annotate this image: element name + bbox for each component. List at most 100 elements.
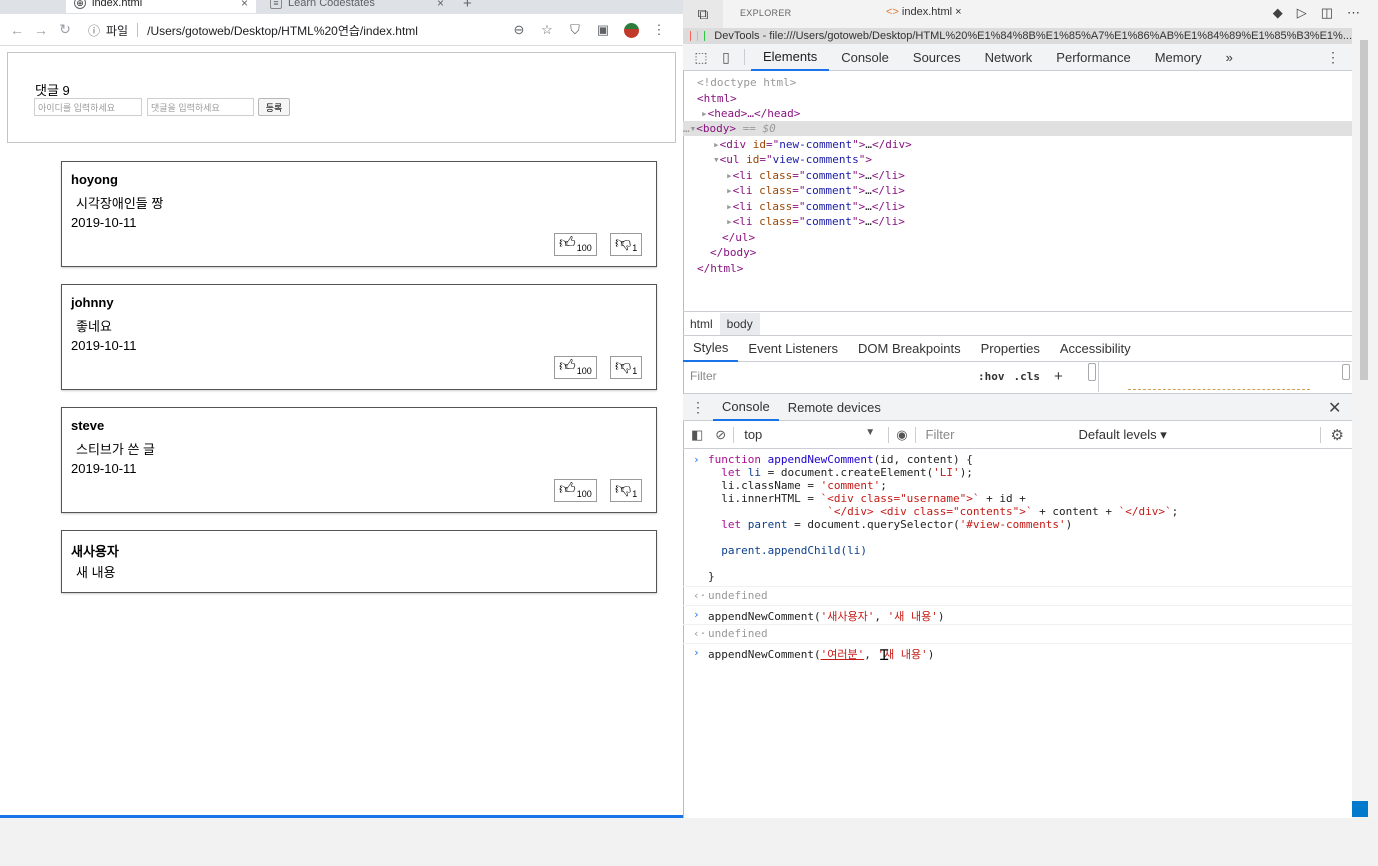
crumb-body[interactable]: body <box>719 312 760 335</box>
dom-node-body[interactable]: …▾<body> == $0 <box>683 122 776 135</box>
dom-node-ul-close[interactable]: </ul> <box>722 231 755 244</box>
dom-node-li[interactable]: ▸<li class="comment">…</li> <box>726 200 905 213</box>
close-tab-icon[interactable]: × <box>437 0 444 10</box>
tab-console[interactable]: Console <box>829 44 901 71</box>
console-prompt-input[interactable]: appendNewComment('여러분', '새 내용') <box>708 646 934 662</box>
dom-node-head[interactable]: ▸<head>…</head> <box>701 107 800 120</box>
more-tabs-button[interactable]: » <box>1214 44 1245 71</box>
dom-node-html-close[interactable]: </html> <box>697 262 743 275</box>
info-icon[interactable]: ⓘ <box>88 22 100 39</box>
crumb-html[interactable]: html <box>683 317 720 331</box>
like-button[interactable]: 👍︎ 100 <box>554 479 597 502</box>
boxmodel-scrollbar[interactable] <box>1342 364 1350 380</box>
console-filter-input[interactable]: Filter <box>923 427 1073 442</box>
cls-button[interactable]: .cls <box>1014 370 1041 383</box>
split-editor-icon[interactable]: ◫ <box>1321 5 1333 21</box>
console-input-line: `</div> <div class="contents">` + conten… <box>827 505 1179 518</box>
dislike-button[interactable]: 👎︎ 1 <box>610 356 643 379</box>
close-editor-icon[interactable]: × <box>955 6 961 18</box>
dislike-button[interactable]: 👎︎ 1 <box>610 233 643 256</box>
console-result: undefined <box>708 627 768 640</box>
tab-index-html[interactable]: ⊕ index.html × <box>66 0 256 13</box>
sidebar-toggle-icon[interactable]: ◧ <box>691 427 703 443</box>
styles-scrollbar[interactable] <box>1088 363 1096 381</box>
new-style-rule-button[interactable]: + <box>1054 368 1063 385</box>
tab-elements[interactable]: Elements <box>751 44 830 71</box>
comment-card: hoyong 시각장애인들 짱 2019-10-11 👍︎ 100 👎︎ 1 <box>61 161 657 267</box>
globe-icon: ⊕ <box>74 0 86 9</box>
dom-node-li[interactable]: ▸<li class="comment">…</li> <box>726 169 905 182</box>
tab-sources[interactable]: Sources <box>901 44 973 71</box>
collapse-icon[interactable]: ▾ <box>713 153 720 166</box>
id-input[interactable]: 아이디를 입력하세요 <box>34 98 142 116</box>
devtools-menu-icon[interactable]: ⋮ <box>1326 49 1340 66</box>
drawer-menu-icon[interactable]: ⋮ <box>683 399 713 416</box>
comment-input[interactable]: 댓글을 입력하세요 <box>147 98 254 116</box>
eye-icon[interactable]: ◉ <box>896 427 907 443</box>
ellipsis-icon[interactable]: …▾ <box>683 122 696 135</box>
tab-performance[interactable]: Performance <box>1044 44 1142 71</box>
comment-username: hoyong <box>71 172 118 187</box>
styles-filter-input[interactable]: Filter <box>683 369 973 383</box>
dom-node-body-close[interactable]: </body> <box>710 246 756 259</box>
console-input-line: appendNewComment('새사용자', '새 내용') <box>708 610 945 623</box>
comment-date: 2019-10-11 <box>71 215 137 230</box>
console-input-line: } <box>708 570 715 583</box>
git-icon[interactable]: ◆ <box>1273 5 1283 21</box>
run-icon[interactable]: ▷ <box>1297 5 1307 21</box>
submit-button[interactable]: 등록 <box>258 98 290 116</box>
dom-node-html[interactable]: <html> <box>697 92 737 105</box>
thumbs-down-icon: 👎︎ <box>615 481 632 498</box>
thumbs-up-icon: 👍︎ <box>559 481 576 498</box>
kebab-menu-icon[interactable]: ⋮ <box>645 22 673 38</box>
divider <box>683 624 1352 625</box>
tab-network[interactable]: Network <box>973 44 1045 71</box>
divider <box>733 426 735 443</box>
device-toolbar-icon[interactable]: ▯ <box>714 49 738 66</box>
clear-console-icon[interactable]: ⊘ <box>715 427 726 443</box>
reload-icon[interactable]: ↻ <box>53 21 77 38</box>
like-button[interactable]: 👍︎ 100 <box>554 356 597 379</box>
toolbar-actions: ⊖ ☆ ⛉ ▣ ⋮ <box>505 19 673 41</box>
hov-button[interactable]: :hov <box>978 370 1005 383</box>
tab-learn-codestates[interactable]: ≡ Learn Codestates × <box>262 0 452 13</box>
zoom-icon[interactable]: ⊖ <box>505 22 533 38</box>
scheme-label: 파일 <box>106 23 129 38</box>
pocket-icon[interactable]: ⛉ <box>561 22 589 38</box>
avatar[interactable] <box>617 22 645 39</box>
tab-memory[interactable]: Memory <box>1143 44 1214 71</box>
tab-event-listeners[interactable]: Event Listeners <box>738 336 848 362</box>
dom-node-li[interactable]: ▸<li class="comment">…</li> <box>726 184 905 197</box>
tab-console-drawer[interactable]: Console <box>713 393 779 421</box>
expand-icon[interactable]: ▸ <box>701 107 708 120</box>
close-tab-icon[interactable]: × <box>241 0 248 10</box>
more-icon[interactable]: ⋯ <box>1347 5 1360 21</box>
new-tab-button[interactable]: + <box>463 0 472 12</box>
tab-properties[interactable]: Properties <box>971 336 1050 362</box>
back-icon[interactable]: ← <box>5 22 29 38</box>
dom-node-li[interactable]: ▸<li class="comment">…</li> <box>726 215 905 228</box>
dislike-button[interactable]: 👎︎ 1 <box>610 479 643 502</box>
dom-node-doctype[interactable]: <!doctype html> <box>697 76 796 89</box>
log-levels-select[interactable]: Default levels ▾ <box>1079 427 1167 443</box>
tab-remote-devices[interactable]: Remote devices <box>779 393 890 421</box>
editor-tab-index-html[interactable]: <> index.html × <box>886 6 962 18</box>
tab-dom-breakpoints[interactable]: DOM Breakpoints <box>848 336 971 362</box>
gear-icon[interactable]: ⚙ <box>1331 426 1344 444</box>
like-button[interactable]: 👍︎ 100 <box>554 233 597 256</box>
cast-icon[interactable]: ▣ <box>589 22 617 38</box>
expand-icon[interactable]: ▸ <box>713 138 720 151</box>
dom-node-ul[interactable]: ▾<ul id="view-comments"> <box>713 153 872 166</box>
thumbs-down-icon: 👎︎ <box>615 358 632 375</box>
star-icon[interactable]: ☆ <box>533 22 561 38</box>
forward-icon[interactable]: → <box>29 22 53 38</box>
tab-styles[interactable]: Styles <box>683 336 739 362</box>
divider <box>137 23 139 37</box>
tab-accessibility[interactable]: Accessibility <box>1050 336 1141 362</box>
close-drawer-icon[interactable]: ✕ <box>1328 398 1341 418</box>
vscode-scrollbar[interactable] <box>1360 40 1368 380</box>
context-select[interactable]: top ▼ <box>741 427 881 442</box>
inspect-icon[interactable]: ⬚ <box>688 49 714 66</box>
files-icon[interactable]: ⧉ <box>683 0 723 28</box>
dom-node-div[interactable]: ▸<div id="new-comment">…</div> <box>713 138 912 151</box>
